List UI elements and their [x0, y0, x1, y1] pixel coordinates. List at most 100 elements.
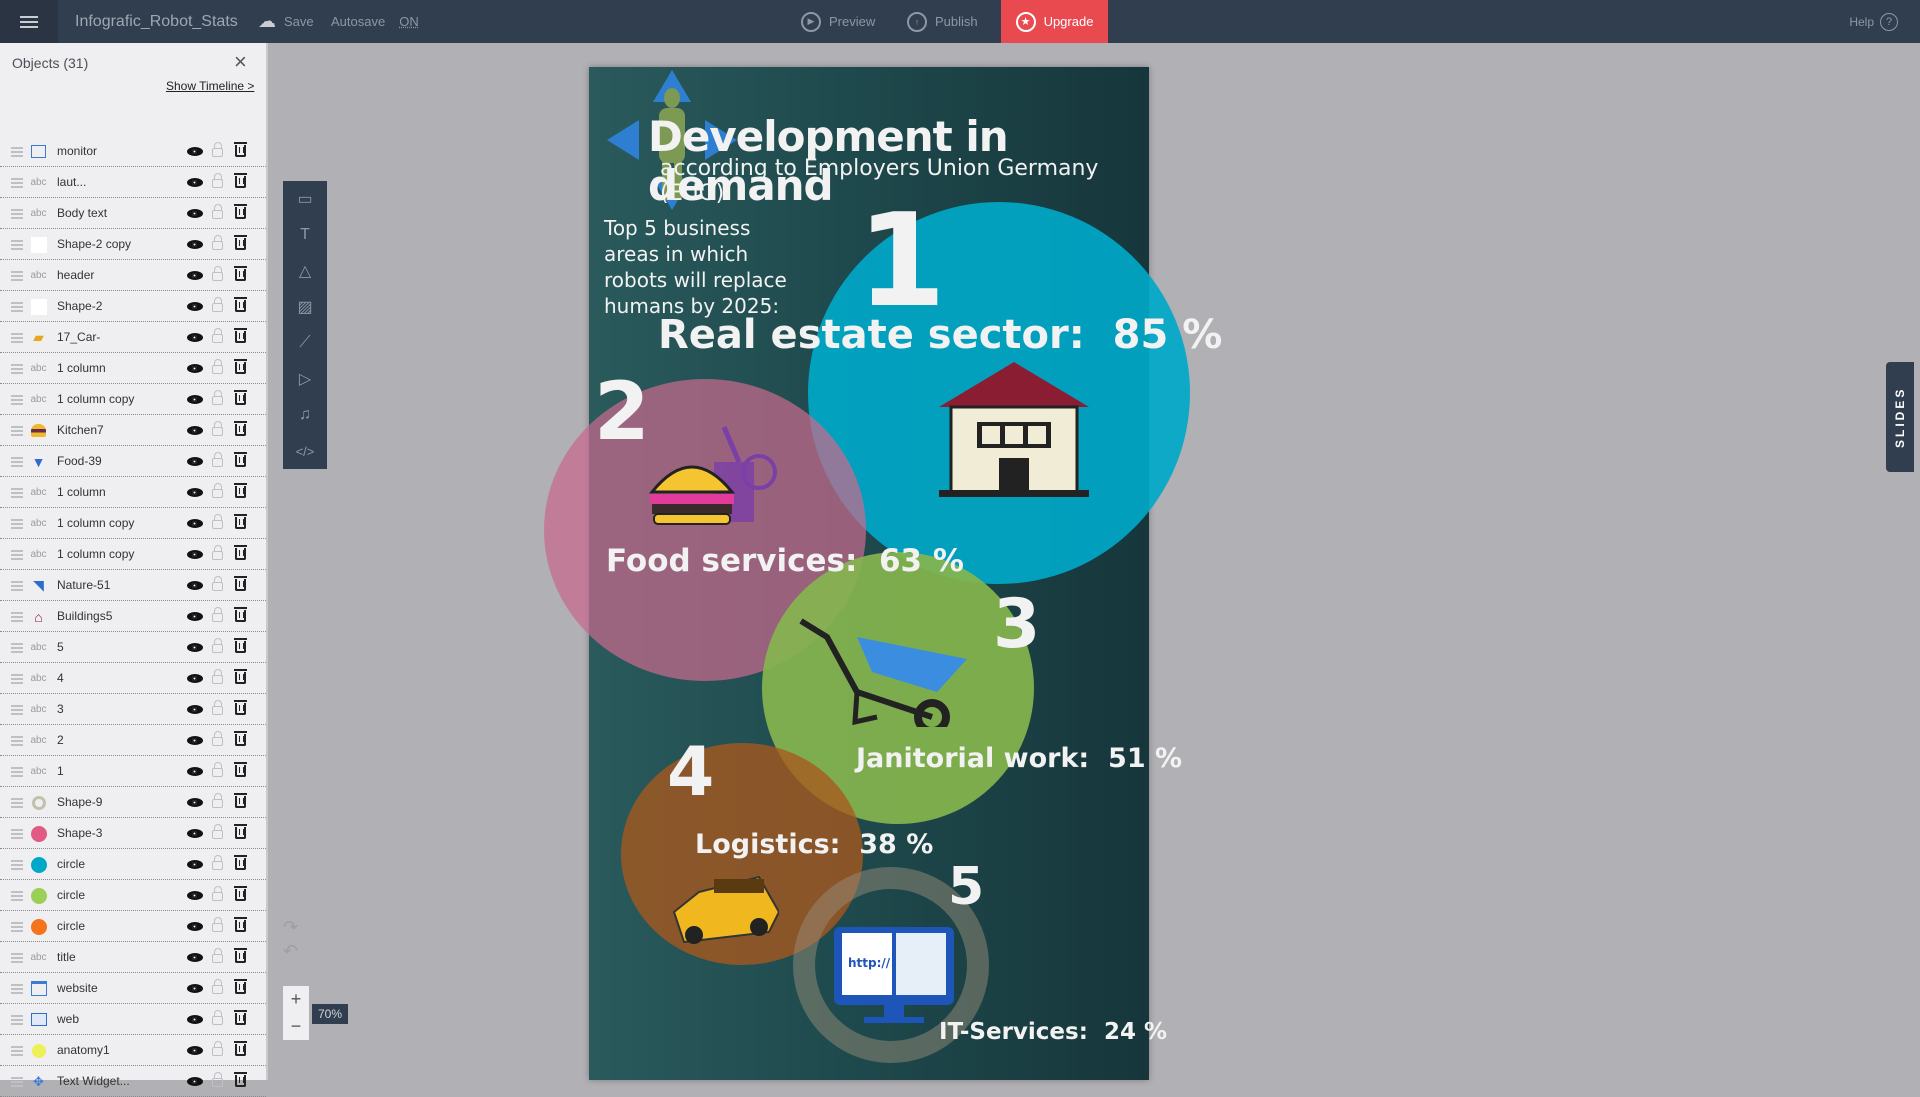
lock-icon[interactable] — [212, 607, 223, 622]
chart-icon[interactable]: ⟋ — [283, 325, 327, 361]
object-name[interactable]: circle — [57, 888, 85, 902]
eye-icon[interactable] — [187, 209, 203, 218]
object-name[interactable]: Shape-3 — [57, 826, 102, 840]
eye-icon[interactable] — [187, 147, 203, 156]
redo-icon[interactable]: ↷ — [283, 915, 298, 939]
document-title[interactable]: Infografic_Robot_Stats — [75, 13, 238, 31]
eye-icon[interactable] — [187, 798, 203, 807]
object-name[interactable]: 17_Car- — [57, 330, 100, 344]
object-name[interactable]: Kitchen7 — [57, 423, 104, 437]
lock-icon[interactable] — [212, 1010, 223, 1025]
trash-icon[interactable] — [234, 731, 247, 746]
lock-icon[interactable] — [212, 235, 223, 250]
eye-icon[interactable] — [187, 519, 203, 528]
eye-icon[interactable] — [187, 302, 203, 311]
drag-handle-icon[interactable] — [11, 240, 23, 242]
object-row[interactable]: abc 5 — [0, 632, 266, 663]
lock-icon[interactable] — [212, 359, 223, 374]
object-name[interactable]: laut... — [57, 175, 86, 189]
drag-handle-icon[interactable] — [11, 488, 23, 490]
object-name[interactable]: title — [57, 950, 76, 964]
trash-icon[interactable] — [234, 173, 247, 188]
lock-icon[interactable] — [212, 700, 223, 715]
lock-icon[interactable] — [212, 886, 223, 901]
lock-icon[interactable] — [212, 1072, 223, 1087]
lock-icon[interactable] — [212, 917, 223, 932]
trash-icon[interactable] — [234, 793, 247, 808]
eye-icon[interactable] — [187, 736, 203, 745]
lock-icon[interactable] — [212, 793, 223, 808]
drag-handle-icon[interactable] — [11, 984, 23, 986]
trash-icon[interactable] — [234, 576, 247, 591]
object-row[interactable]: abc 4 — [0, 663, 266, 694]
layout-icon[interactable]: ▭ — [283, 181, 327, 217]
trash-icon[interactable] — [234, 328, 247, 343]
eye-icon[interactable] — [187, 457, 203, 466]
eye-icon[interactable] — [187, 395, 203, 404]
drag-handle-icon[interactable] — [11, 705, 23, 707]
object-name[interactable]: Buildings5 — [57, 609, 112, 623]
trash-icon[interactable] — [234, 421, 247, 436]
trash-icon[interactable] — [234, 1041, 247, 1056]
trash-icon[interactable] — [234, 514, 247, 529]
zoom-in-button[interactable]: + — [291, 989, 302, 1010]
object-name[interactable]: web — [57, 1012, 79, 1026]
lock-icon[interactable] — [212, 638, 223, 653]
object-row[interactable]: abc 2 — [0, 725, 266, 756]
eye-icon[interactable] — [187, 581, 203, 590]
audio-icon[interactable]: ♫ — [283, 397, 327, 433]
shapes-icon[interactable]: △ — [283, 253, 327, 289]
drag-handle-icon[interactable] — [11, 798, 23, 800]
object-row[interactable]: abc 1 column — [0, 477, 266, 508]
trash-icon[interactable] — [234, 359, 247, 374]
object-row[interactable]: web — [0, 1004, 266, 1035]
drag-handle-icon[interactable] — [11, 860, 23, 862]
lock-icon[interactable] — [212, 173, 223, 188]
trash-icon[interactable] — [234, 886, 247, 901]
eye-icon[interactable] — [187, 1015, 203, 1024]
eye-icon[interactable] — [187, 922, 203, 931]
object-row[interactable]: monitor — [0, 136, 266, 167]
drag-handle-icon[interactable] — [11, 1046, 23, 1048]
lock-icon[interactable] — [212, 979, 223, 994]
eye-icon[interactable] — [187, 984, 203, 993]
help-button[interactable]: Help ? — [1849, 0, 1898, 43]
slides-tab[interactable]: SLIDES — [1886, 362, 1914, 472]
eye-icon[interactable] — [187, 705, 203, 714]
object-row[interactable]: Shape-2 copy — [0, 229, 266, 260]
object-row[interactable]: Shape-3 — [0, 818, 266, 849]
menu-button[interactable] — [0, 0, 58, 43]
trash-icon[interactable] — [234, 824, 247, 839]
object-name[interactable]: monitor — [57, 144, 97, 158]
code-icon[interactable]: </> — [283, 433, 327, 469]
lock-icon[interactable] — [212, 452, 223, 467]
drag-handle-icon[interactable] — [11, 395, 23, 397]
object-row[interactable]: anatomy1 — [0, 1035, 266, 1066]
trash-icon[interactable] — [234, 700, 247, 715]
object-row[interactable]: website — [0, 973, 266, 1004]
object-name[interactable]: circle — [57, 857, 85, 871]
object-name[interactable]: Nature-51 — [57, 578, 110, 592]
trash-icon[interactable] — [234, 607, 247, 622]
zoom-out-button[interactable]: − — [291, 1016, 302, 1037]
drag-handle-icon[interactable] — [11, 674, 23, 676]
preview-button[interactable]: ▶ Preview — [801, 0, 875, 43]
object-row[interactable]: abc title — [0, 942, 266, 973]
trash-icon[interactable] — [234, 638, 247, 653]
drag-handle-icon[interactable] — [11, 922, 23, 924]
object-name[interactable]: Shape-2 copy — [57, 237, 131, 251]
eye-icon[interactable] — [187, 891, 203, 900]
eye-icon[interactable] — [187, 829, 203, 838]
eye-icon[interactable] — [187, 240, 203, 249]
trash-icon[interactable] — [234, 855, 247, 870]
object-row[interactable]: abc 1 column — [0, 353, 266, 384]
drag-handle-icon[interactable] — [11, 457, 23, 459]
publish-button[interactable]: ↑ Publish — [907, 0, 978, 43]
drag-handle-icon[interactable] — [11, 891, 23, 893]
eye-icon[interactable] — [187, 364, 203, 373]
object-row[interactable]: ◥ Nature-51 — [0, 570, 266, 601]
eye-icon[interactable] — [187, 488, 203, 497]
trash-icon[interactable] — [234, 266, 247, 281]
lock-icon[interactable] — [212, 855, 223, 870]
trash-icon[interactable] — [234, 1072, 247, 1087]
